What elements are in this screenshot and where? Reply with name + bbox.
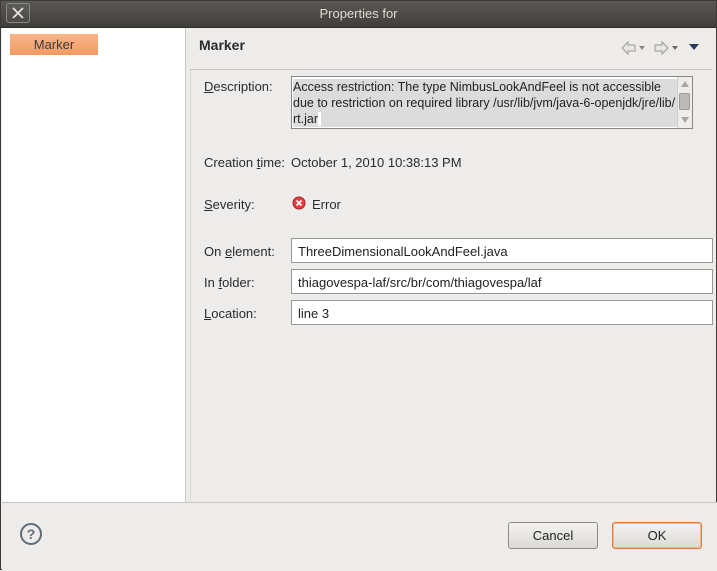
creation-time-value: October 1, 2010 10:38:13 PM [291, 155, 462, 170]
scroll-down-icon [681, 117, 689, 123]
location-field[interactable]: line 3 [291, 300, 713, 325]
help-button[interactable]: ? [20, 523, 42, 545]
forward-arrow-icon [654, 40, 678, 56]
description-scrollbar[interactable] [677, 77, 692, 128]
ok-button[interactable]: OK [612, 522, 702, 549]
location-value: line 3 [298, 306, 330, 321]
scroll-thumb[interactable] [679, 93, 690, 110]
window-title: Properties for [319, 6, 398, 21]
scroll-up-icon [681, 81, 689, 87]
in-folder-label: In folder: [204, 275, 255, 290]
back-button[interactable] [620, 40, 646, 56]
chevron-down-icon [689, 44, 699, 50]
severity-label: Severity: [204, 197, 255, 212]
on-element-field[interactable]: ThreeDimensionalLookAndFeel.java [291, 238, 713, 263]
property-page-tree: Marker [2, 28, 186, 502]
description-text: Access restriction: The type NimbusLookA… [293, 79, 679, 127]
properties-dialog: Properties for Marker Marker Description… [0, 0, 717, 571]
on-element-value: ThreeDimensionalLookAndFeel.java [298, 244, 508, 259]
forward-button[interactable] [653, 40, 679, 56]
severity-value: Error [312, 197, 341, 212]
error-icon [292, 196, 306, 210]
marker-properties: Description: Access restriction: The typ… [190, 70, 713, 501]
tree-item-marker[interactable]: Marker [10, 34, 98, 55]
page-title: Marker [199, 37, 245, 53]
in-folder-field[interactable]: thiagovespa-laf/src/br/com/thiagovespa/l… [291, 269, 713, 294]
property-page: Marker Description: Access restriction: … [186, 28, 716, 502]
in-folder-value: thiagovespa-laf/src/br/com/thiagovespa/l… [298, 275, 542, 290]
on-element-label: On element: [204, 244, 275, 259]
view-menu-button[interactable] [688, 43, 700, 59]
description-label: Description: [204, 79, 273, 94]
cancel-button[interactable]: Cancel [508, 522, 598, 549]
title-bar: Properties for [1, 1, 716, 28]
back-arrow-icon [621, 40, 645, 56]
description-field[interactable]: Access restriction: The type NimbusLookA… [291, 76, 693, 129]
creation-time-label: Creation time: [204, 155, 285, 170]
location-label: Location: [204, 306, 257, 321]
button-bar: ? Cancel OK [2, 502, 717, 571]
